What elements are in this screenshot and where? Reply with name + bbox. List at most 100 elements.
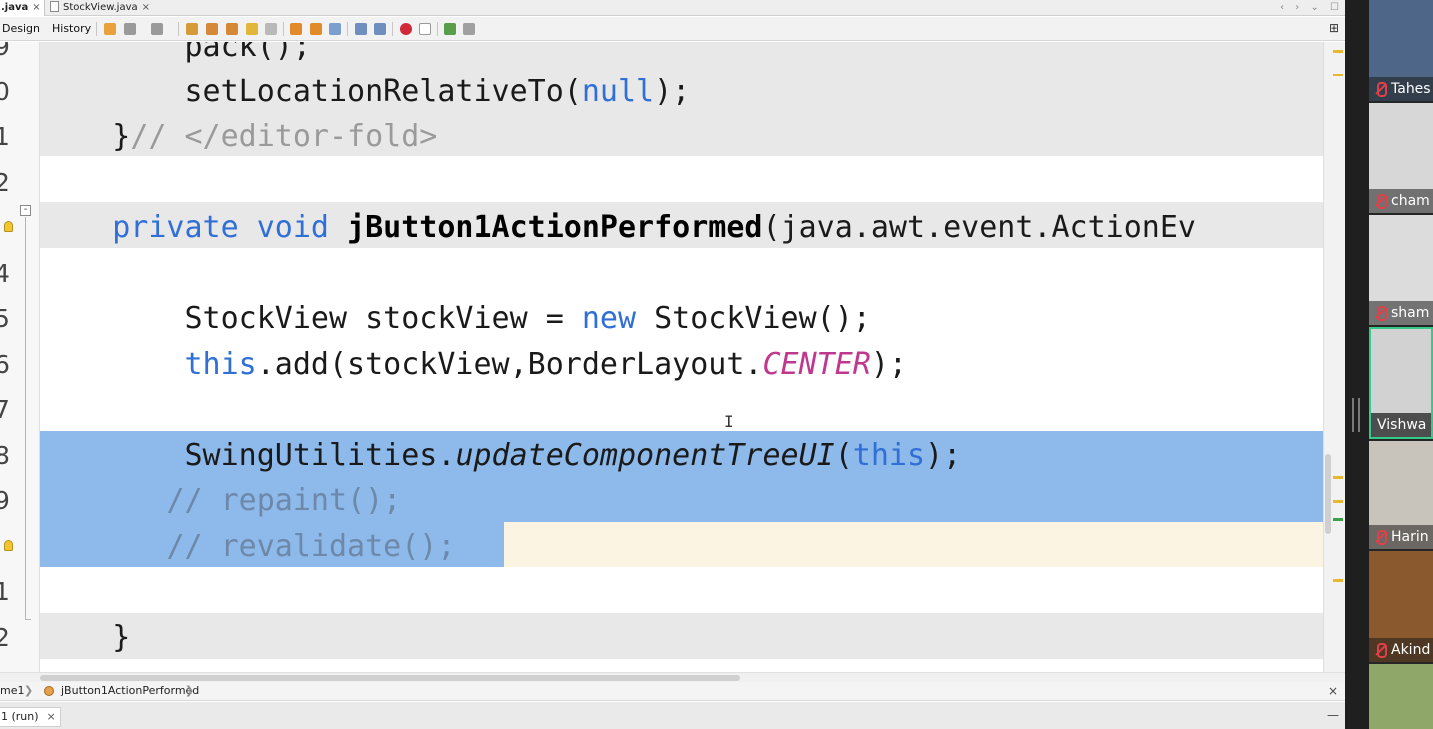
participant-name: Tahes [1391,81,1431,97]
panel-divider[interactable] [1345,0,1369,729]
code-line: this.add(stockView,BorderLayout.CENTER); [184,347,907,382]
start-macro-recording-icon[interactable] [400,23,412,35]
participant-tile[interactable]: cham [1369,103,1433,213]
participant-tile[interactable]: Harin [1369,441,1433,549]
tab-active-java-file[interactable]: .java × [0,0,45,16]
history-button[interactable]: History [52,22,91,36]
toggle-rectangular-selection-icon[interactable] [265,23,277,35]
participant-tile[interactable]: Akind [1369,551,1433,662]
participant-name: Vishwa [1377,417,1427,433]
participant-label: Tahes [1369,77,1433,101]
toolbar-separator [437,22,438,36]
warning-marker[interactable] [1333,579,1343,582]
java-file-icon [50,1,59,12]
comment-icon[interactable] [444,23,456,35]
tab-navigation-controls[interactable]: ‹ › ⌄ ☐ [1280,0,1343,16]
current-line-highlight [504,522,1323,567]
uncomment-icon[interactable] [463,23,475,35]
breadcrumb-close-icon[interactable]: × [1328,682,1338,700]
design-button[interactable]: Design [2,22,40,36]
tab-label: StockView.java [63,2,138,13]
code-line: StockView stockView = new StockView(); [184,301,871,336]
back-icon[interactable] [124,23,136,35]
code-line: setLocationRelativeTo(null); [184,74,691,109]
stop-macro-recording-icon[interactable] [419,23,431,35]
participant-tile[interactable]: Tahes [1369,0,1433,101]
last-edit-icon[interactable] [104,23,116,35]
code-line-method-header: private void jButton1ActionPerformed(jav… [112,210,1196,245]
breadcrumb: me1 ❯ jButton1ActionPerformed ❯ × [0,682,1345,701]
line-number: 0 [0,69,12,115]
code-line-selected: SwingUtilities.updateComponentTreeUI(thi… [184,438,962,473]
line-number: 4 [0,251,12,297]
output-tab-run[interactable]: 1 (run) × [0,707,61,727]
meeting-participants-panel: Tahes cham sham Vishwa Harin Akind [1369,0,1433,729]
horizontal-scroll-thumb[interactable] [40,675,740,681]
participant-name: Harin [1391,529,1429,545]
find-icon[interactable] [186,23,198,35]
find-previous-icon[interactable] [206,23,218,35]
warning-marker[interactable] [1333,50,1343,53]
shift-right-icon[interactable] [374,23,386,35]
muted-mic-icon [1369,638,1391,662]
fold-guide-line [25,217,26,620]
change-marker[interactable] [1333,518,1343,521]
toggle-highlight-icon[interactable] [246,23,258,35]
forward-icon[interactable] [151,23,163,35]
code-editor[interactable]: pack(); setLocationRelativeTo(null); }//… [40,42,1323,672]
vertical-scrollbar[interactable] [1323,42,1345,672]
split-window-icon[interactable]: ⊞ [1329,21,1339,35]
participant-tile[interactable]: sham [1369,215,1433,325]
participant-name: sham [1391,305,1430,321]
breadcrumb-class[interactable]: me1 [0,682,24,700]
find-next-icon[interactable] [226,23,238,35]
toggle-bookmark-icon[interactable] [329,23,341,35]
toolbar-separator [178,22,179,36]
resize-handle-icon[interactable] [1352,398,1360,432]
tab-close-icon[interactable]: × [142,2,150,13]
closing-brace-background [40,613,1323,659]
output-tab-close-icon[interactable]: × [47,710,56,723]
previous-bookmark-icon[interactable] [290,23,302,35]
tab-label: .java [1,2,29,13]
line-number: 9 [0,42,12,70]
fold-collapse-icon[interactable]: - [20,205,31,216]
line-number: 2 [0,615,12,661]
tab-stockview-java[interactable]: StockView.java × [48,0,150,16]
shift-left-icon[interactable] [355,23,367,35]
next-bookmark-icon[interactable] [310,23,322,35]
toolbar-separator [347,22,348,36]
participant-label: Harin [1369,525,1433,549]
tab-close-icon[interactable]: × [32,2,40,13]
participant-tile[interactable] [1369,664,1433,729]
muted-mic-icon [1369,77,1391,101]
participant-tile-speaking[interactable]: Vishwa [1369,327,1433,439]
output-tab-label: 1 (run) [1,710,39,723]
warning-marker[interactable] [1333,500,1343,503]
participant-label: cham [1369,189,1433,213]
muted-mic-icon [1369,301,1391,325]
line-number-gutter: 9 0 1 2 4 5 6 7 8 9 1 2 - [0,42,40,672]
toolbar-separator [96,22,97,36]
breadcrumb-separator-icon: ❯ [185,684,195,697]
vertical-scroll-thumb[interactable] [1325,454,1331,534]
toolbar-separator [283,22,284,36]
fold-guide-end [25,619,31,620]
code-line-selected: // revalidate(); [166,529,456,564]
line-number: 8 [0,433,12,479]
warning-marker[interactable] [1333,74,1343,76]
warning-marker[interactable] [1333,476,1343,479]
hint-bulb-icon[interactable] [4,540,13,551]
warning-bulb-icon[interactable] [4,221,13,232]
code-line-selected: // repaint(); [166,483,402,518]
code-line-fold-end: }// </editor-fold> [40,119,438,154]
line-number: 2 [0,160,12,206]
line-number: 1 [0,114,12,160]
line-number: 5 [0,296,12,342]
line-number: 1 [0,569,12,615]
minimize-icon[interactable]: — [1327,708,1339,722]
participant-name: Akind [1391,642,1431,658]
horizontal-scrollbar[interactable] [0,672,1345,682]
breadcrumb-method[interactable]: jButton1ActionPerformed [61,682,199,700]
output-window-bar: 1 (run) × — [0,702,1345,729]
